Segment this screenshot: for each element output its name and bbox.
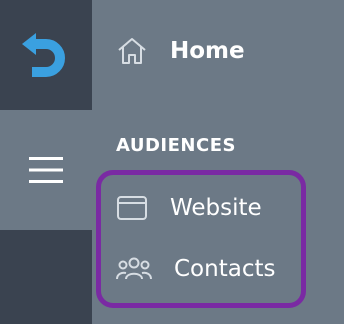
nav-item-website[interactable]: Website [116, 188, 262, 228]
nav-item-website-label: Website [170, 195, 262, 221]
home-icon [116, 36, 148, 66]
logo-cell[interactable] [0, 0, 92, 110]
hamburger-menu-icon [29, 156, 63, 184]
section-heading-audiences: AUDIENCES [116, 135, 236, 156]
nav-item-contacts[interactable]: Contacts [116, 249, 275, 289]
browser-window-icon [116, 194, 148, 222]
rail-footer [0, 230, 92, 324]
menu-toggle-button[interactable] [0, 110, 92, 230]
people-group-icon [116, 255, 152, 283]
nav-item-home-label: Home [170, 38, 245, 64]
nav-item-contacts-label: Contacts [174, 256, 276, 282]
brand-arrow-logo-icon [20, 32, 72, 78]
nav-item-home[interactable]: Home [116, 30, 245, 72]
navigation-screen: Home AUDIENCES Website Contacts [0, 0, 344, 324]
